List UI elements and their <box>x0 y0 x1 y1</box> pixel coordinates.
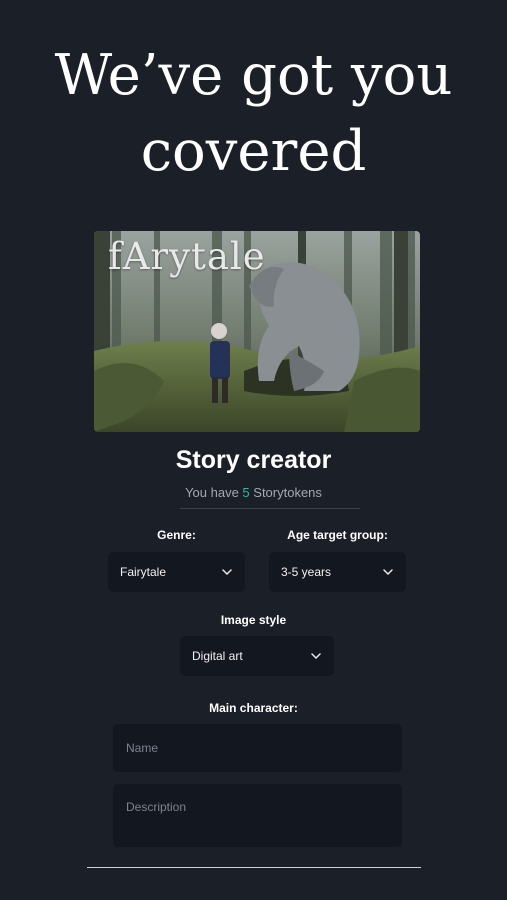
genre-select[interactable]: Fairytale <box>108 552 245 592</box>
description-placeholder: Description <box>126 800 187 814</box>
image-style-label: Image style <box>220 613 287 627</box>
divider <box>180 508 360 509</box>
age-group-select[interactable]: 3-5 years <box>269 552 406 592</box>
hero-image: fArytale <box>94 231 420 432</box>
description-input[interactable]: Description <box>113 784 402 847</box>
age-group-label: Age target group: <box>287 528 388 542</box>
page-title: Story creator <box>175 446 332 474</box>
chevron-down-icon <box>221 566 233 578</box>
age-group-value: 3-5 years <box>281 565 332 579</box>
bottom-divider <box>87 867 421 868</box>
headline-line-1: We’ve got you <box>54 43 453 108</box>
headline-line-2: covered <box>140 119 367 184</box>
chevron-down-icon <box>310 650 322 662</box>
fairytale-logo: fArytale <box>108 235 266 278</box>
token-count: 5 <box>242 485 250 500</box>
token-prefix: You have <box>185 485 243 500</box>
image-style-value: Digital art <box>192 649 243 663</box>
image-style-select[interactable]: Digital art <box>180 636 334 676</box>
name-placeholder: Name <box>126 741 159 755</box>
name-input[interactable]: Name <box>113 724 402 772</box>
chevron-down-icon <box>382 566 394 578</box>
genre-value: Fairytale <box>120 565 167 579</box>
main-character-label: Main character: <box>209 701 298 715</box>
token-balance: You have 5 Storytokens <box>0 485 507 500</box>
headline: We’ve got you covered <box>0 38 507 190</box>
genre-label: Genre: <box>157 528 196 542</box>
token-suffix: Storytokens <box>249 485 322 500</box>
